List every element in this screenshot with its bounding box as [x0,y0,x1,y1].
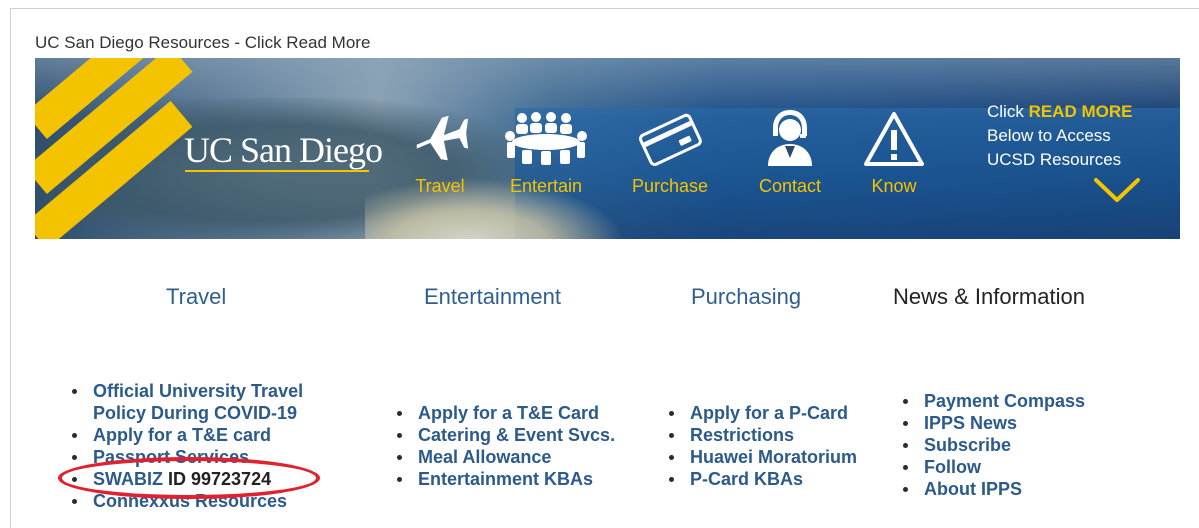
entertainment-heading[interactable]: Entertainment [424,284,561,310]
travel-heading[interactable]: Travel [166,284,226,310]
nav-know-label: Know [871,176,917,196]
link-apply-te-card[interactable]: Apply for a T&E card [70,424,360,446]
read-more-callout: Click READ MORE Below to Access UCSD Res… [987,100,1132,172]
nav-travel-label: Travel [415,176,465,196]
link-huawei-moratorium[interactable]: Huawei Moratorium [667,446,897,468]
airplane-icon [416,115,469,161]
nav-entertain[interactable]: Entertain [486,98,606,197]
purchasing-heading[interactable]: Purchasing [691,284,801,310]
link-ipps-news[interactable]: IPPS News [901,412,1131,434]
link-travel-policy-covid[interactable]: Official University Travel Policy During… [70,380,360,424]
link-payment-compass[interactable]: Payment Compass [901,390,1131,412]
purchasing-links: Apply for a P-Card Restrictions Huawei M… [667,402,897,490]
nav-travel[interactable]: Travel [380,98,500,197]
chevron-down-icon[interactable] [1092,176,1142,206]
logo-underline [185,170,369,172]
cta-highlight: READ MORE [1028,102,1133,121]
link-p-card-kbas[interactable]: P-Card KBAs [667,468,897,490]
section-title: UC San Diego Resources - Click Read More [35,33,371,52]
nav-entertain-label: Entertain [509,176,583,196]
news-heading: News & Information [893,284,1085,309]
link-restrictions[interactable]: Restrictions [667,424,897,446]
link-apply-te-card-entertainment[interactable]: Apply for a T&E Card [395,402,655,424]
ucsd-logo: UC San Diego [184,130,383,170]
conference-table-icon [505,112,587,165]
link-apply-p-card[interactable]: Apply for a P-Card [667,402,897,424]
link-follow[interactable]: Follow [901,456,1131,478]
credit-card-icon [639,113,702,167]
link-entertainment-kbas[interactable]: Entertainment KBAs [395,468,655,490]
resources-banner[interactable]: UC San Diego Travel Entertain Purchase C… [35,58,1180,239]
link-meal-allowance[interactable]: Meal Allowance [395,446,655,468]
cta-line2: Below to Access [987,126,1111,145]
nav-contact-label: Contact [758,176,822,196]
link-subscribe[interactable]: Subscribe [901,434,1131,456]
link-about-ipps[interactable]: About IPPS [901,478,1131,500]
highlight-annotation-oval [58,457,320,499]
nav-purchase[interactable]: Purchase [610,98,730,197]
nav-know[interactable]: Know [834,98,954,197]
link-catering-event-services[interactable]: Catering & Event Svcs. [395,424,655,446]
cta-line3: UCSD Resources [987,150,1122,169]
news-links: Payment Compass IPPS News Subscribe Foll… [901,390,1131,500]
cta-prefix: Click [987,102,1029,121]
nav-purchase-label: Purchase [631,176,709,196]
entertainment-links: Apply for a T&E Card Catering & Event Sv… [395,402,655,490]
warning-triangle-icon [864,112,924,166]
support-agent-icon [768,110,812,166]
nav-contact[interactable]: Contact [730,98,850,197]
